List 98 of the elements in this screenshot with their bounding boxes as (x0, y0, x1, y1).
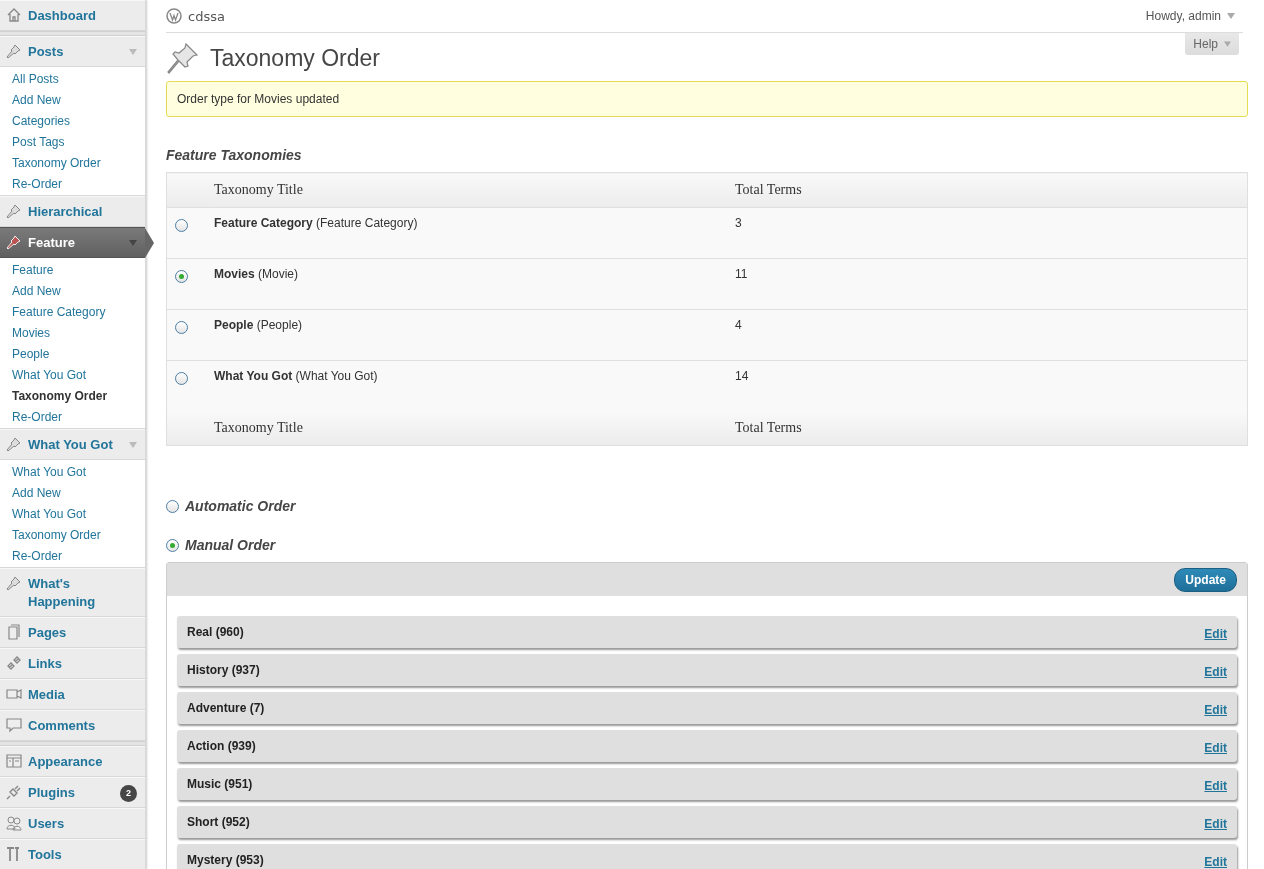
tools-icon (6, 846, 22, 862)
taxonomy-title: People (People) (214, 317, 303, 332)
update-notice: Order type for Movies updated (166, 81, 1248, 117)
sidebar-menu-item[interactable]: What's Happening (0, 568, 145, 617)
term-name: Short (952) (187, 815, 250, 829)
users-icon (6, 815, 22, 831)
column-footer: Taxonomy Title (214, 420, 303, 435)
caret-icon (1227, 13, 1235, 19)
pin-icon (6, 203, 22, 219)
radio-button[interactable] (175, 270, 188, 283)
sidebar-menu-item[interactable]: Tools (0, 839, 145, 869)
submenu-item[interactable]: Add New (0, 482, 145, 503)
taxonomy-title: What You Got (What You Got) (214, 368, 378, 383)
edit-link[interactable]: Edit (1204, 627, 1227, 641)
caret-icon (129, 240, 137, 246)
radio-button[interactable] (175, 372, 188, 385)
term-item[interactable]: Adventure (7) Edit (177, 692, 1237, 724)
submenu-item[interactable]: Movies (0, 322, 145, 343)
term-item[interactable]: Action (939) Edit (177, 730, 1237, 762)
order-option-label[interactable]: Manual Order (185, 537, 276, 553)
caret-icon (129, 49, 137, 55)
edit-link[interactable]: Edit (1204, 855, 1227, 869)
term-count: 14 (735, 368, 749, 383)
sidebar-menu-item[interactable]: Appearance (0, 746, 145, 777)
pushpin-icon (166, 41, 200, 75)
pin-icon (6, 234, 22, 250)
edit-link[interactable]: Edit (1204, 817, 1227, 831)
submenu-item[interactable]: Add New (0, 89, 145, 110)
help-tab[interactable]: Help (1185, 33, 1239, 55)
term-name: Real (960) (187, 625, 244, 639)
radio-button[interactable] (166, 499, 179, 513)
count-badge: 2 (120, 784, 137, 802)
term-item[interactable]: Short (952) Edit (177, 806, 1237, 838)
term-item[interactable]: Mystery (953) Edit (177, 844, 1237, 869)
term-count: 3 (735, 215, 742, 230)
sidebar-menu-item[interactable]: Links (0, 648, 145, 679)
term-name: Adventure (7) (187, 701, 265, 715)
term-item[interactable]: History (937) Edit (177, 654, 1237, 686)
layout-icon (6, 753, 22, 769)
sidebar-menu-item[interactable]: Comments (0, 710, 145, 741)
term-name: Action (939) (187, 739, 256, 753)
submenu-item[interactable]: Post Tags (0, 131, 145, 152)
speech-bubble-icon (6, 717, 22, 733)
taxonomy-title: Feature Category (Feature Category) (214, 215, 418, 230)
caret-icon (129, 442, 137, 448)
edit-link[interactable]: Edit (1204, 703, 1227, 717)
submenu-item[interactable]: Re-Order (0, 173, 145, 194)
sidebar-menu-item[interactable]: Plugins 2 (0, 777, 145, 808)
radio-button[interactable] (175, 219, 188, 232)
submenu-item[interactable]: Add New (0, 280, 145, 301)
term-count: 4 (735, 317, 742, 332)
submenu-item[interactable]: Re-Order (0, 545, 145, 566)
term-count: 11 (735, 266, 748, 281)
submenu-item[interactable]: Re-Order (0, 406, 145, 427)
edit-link[interactable]: Edit (1204, 741, 1227, 755)
column-header: Taxonomy Title (214, 182, 303, 197)
term-name: History (937) (187, 663, 260, 677)
submenu-item[interactable]: What You Got (0, 364, 145, 385)
house-icon (6, 7, 22, 23)
radio-button[interactable] (175, 321, 188, 334)
term-item[interactable]: Real (960) Edit (177, 616, 1237, 648)
taxonomy-title: Movies (Movie) (214, 266, 299, 281)
update-button[interactable]: Update (1174, 567, 1237, 592)
pin-icon (6, 436, 22, 452)
column-header: Total Terms (735, 182, 802, 197)
order-option-label[interactable]: Automatic Order (185, 498, 296, 514)
submenu-item[interactable]: What You Got (0, 503, 145, 524)
sidebar-menu-item[interactable]: Users (0, 808, 145, 839)
page-title: Taxonomy Order (210, 44, 380, 72)
user-menu[interactable]: Howdy, admin (1145, 9, 1235, 23)
sidebar-menu-item[interactable]: Pages (0, 617, 145, 648)
chain-icon (6, 655, 22, 671)
submenu-item[interactable]: People (0, 343, 145, 364)
section-heading: Feature Taxonomies (166, 147, 303, 163)
pin-icon (6, 575, 22, 591)
edit-link[interactable]: Edit (1204, 779, 1227, 793)
sidebar-menu-item[interactable]: Media (0, 679, 145, 710)
term-item[interactable]: Music (951) Edit (177, 768, 1237, 800)
caret-icon (1224, 41, 1231, 47)
media-icon (6, 686, 22, 702)
submenu-item[interactable]: All Posts (0, 68, 145, 89)
column-footer: Total Terms (735, 420, 802, 435)
wordpress-logo-icon (166, 8, 182, 24)
submenu-item[interactable]: Feature Category (0, 301, 145, 322)
plug-icon (6, 784, 22, 800)
term-name: Mystery (953) (187, 853, 264, 867)
pages-icon (6, 624, 22, 640)
submenu-item[interactable]: Taxonomy Order (0, 524, 145, 545)
pin-icon (6, 43, 22, 59)
submenu-item[interactable]: What You Got (0, 461, 145, 482)
submenu-item[interactable]: Feature (0, 259, 145, 280)
radio-button[interactable] (166, 538, 179, 552)
submenu-item[interactable]: Taxonomy Order (0, 385, 145, 406)
site-name[interactable]: cdssa (188, 8, 1146, 24)
submenu-item[interactable]: Taxonomy Order (0, 152, 145, 173)
term-name: Music (951) (187, 777, 253, 791)
edit-link[interactable]: Edit (1204, 665, 1227, 679)
submenu-item[interactable]: Categories (0, 110, 145, 131)
